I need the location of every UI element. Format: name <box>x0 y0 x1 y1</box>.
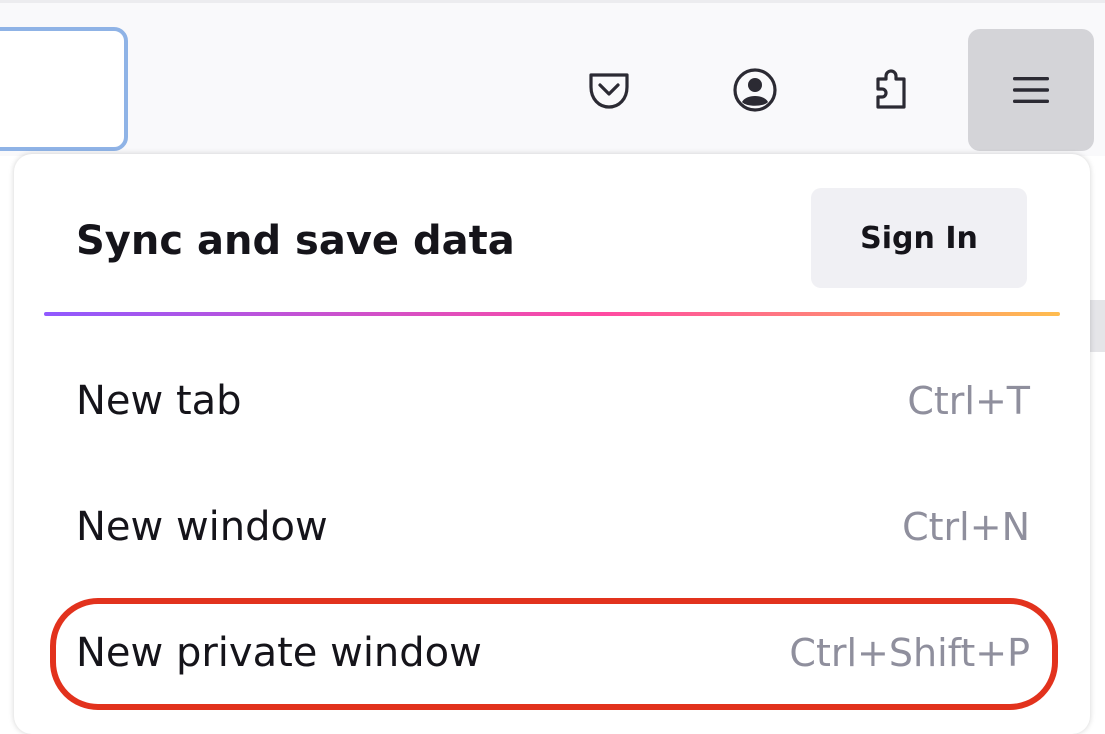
account-icon <box>732 67 778 113</box>
menu-item-label: New window <box>76 504 328 550</box>
menu-item-shortcut: Ctrl+T <box>907 379 1030 423</box>
page-content-edge <box>1090 300 1105 352</box>
account-button[interactable] <box>700 29 810 151</box>
menu-item-label: New private window <box>76 630 482 676</box>
app-menu-panel: Sync and save data Sign In New tab Ctrl+… <box>14 154 1090 734</box>
menu-separator <box>44 312 1060 316</box>
extensions-icon <box>868 67 914 113</box>
menu-item-new-window[interactable]: New window Ctrl+N <box>44 484 1060 574</box>
menu-item-shortcut: Ctrl+Shift+P <box>789 631 1030 675</box>
extensions-button[interactable] <box>836 29 946 151</box>
menu-item-new-tab[interactable]: New tab Ctrl+T <box>44 358 1060 448</box>
browser-toolbar <box>0 0 1105 156</box>
pocket-button[interactable] <box>554 29 664 151</box>
open-menu-button[interactable] <box>968 29 1094 151</box>
url-bar[interactable] <box>0 27 128 151</box>
menu-item-label: New tab <box>76 378 242 424</box>
menu-item-new-private-window[interactable]: New private window Ctrl+Shift+P <box>44 610 1060 700</box>
hamburger-menu-icon <box>1011 70 1051 110</box>
menu-item-shortcut: Ctrl+N <box>902 505 1030 549</box>
sign-in-button[interactable]: Sign In <box>811 188 1027 288</box>
pocket-icon <box>586 67 632 113</box>
sync-title: Sync and save data <box>76 218 515 264</box>
